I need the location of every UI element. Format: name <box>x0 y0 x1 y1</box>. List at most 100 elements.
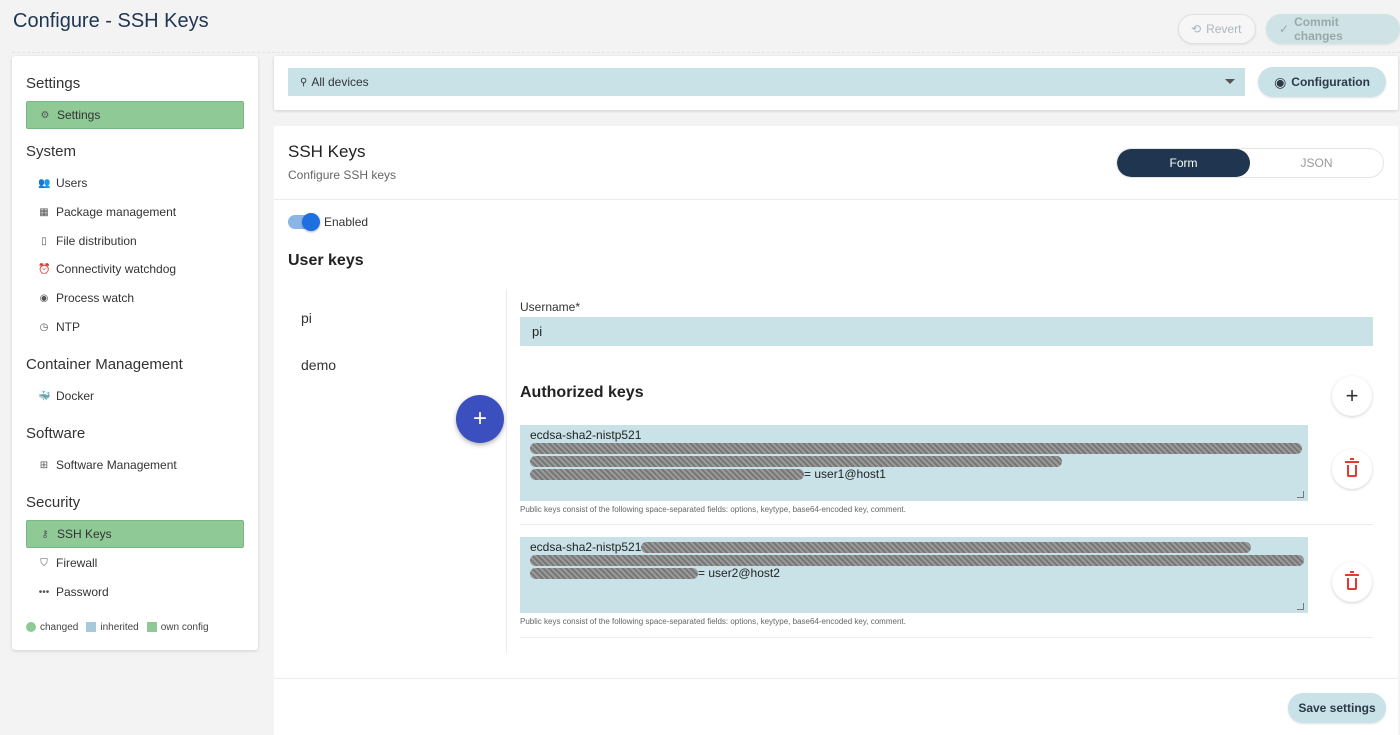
section-subtitle: Configure SSH keys <box>288 168 397 182</box>
key-icon: ⚷ <box>41 528 49 540</box>
sidebar-item-label: SSH Keys <box>57 527 112 541</box>
configuration-button[interactable]: ◉ Configuration <box>1258 67 1386 97</box>
authorized-keys-heading: Authorized keys <box>520 384 644 401</box>
redacted-key <box>530 554 1304 567</box>
sidebar-item-label: Docker <box>56 389 95 403</box>
password-icon: ••• <box>38 586 50 598</box>
eye-icon: ◉ <box>39 292 49 304</box>
sidebar-item-process-watch[interactable]: ◉ Process watch <box>26 284 244 312</box>
revert-label: Revert <box>1206 22 1242 36</box>
key-type: ecdsa-sha2-nistp521 <box>530 540 642 554</box>
eye-icon: ◉ <box>1274 73 1287 90</box>
legend-own-config: own config <box>146 622 209 633</box>
sidebar-item-docker[interactable]: 🐳 Docker <box>26 382 244 410</box>
gear-icon: ⚙ <box>40 109 50 121</box>
sidebar-item-ssh-keys[interactable]: ⚷ SSH Keys <box>26 520 244 548</box>
resize-handle[interactable] <box>1297 491 1304 498</box>
alarm-icon: ⏰ <box>38 263 51 275</box>
tab-json[interactable]: JSON <box>1250 149 1383 177</box>
commit-changes-button[interactable]: ✓ Commit changes <box>1266 14 1400 44</box>
sidebar-item-label: Settings <box>57 108 101 122</box>
sidebar-item-file-distribution[interactable]: ▯ File distribution <box>26 227 244 255</box>
sidebar-item-package-management[interactable]: ▦ Package management <box>26 198 244 226</box>
delete-key-button[interactable] <box>1332 449 1372 489</box>
key-hint: Public keys consist of the following spa… <box>520 505 906 514</box>
trash-icon <box>1345 570 1359 590</box>
username-label: Username* <box>520 300 581 314</box>
add-user-button[interactable]: + <box>456 395 504 443</box>
enabled-label: Enabled <box>324 215 369 229</box>
redacted-key <box>641 542 1252 554</box>
sidebar-item-label: File distribution <box>56 234 137 248</box>
add-key-button[interactable]: + <box>1332 376 1372 416</box>
user-keys-heading: User keys <box>288 252 364 269</box>
sidebar-item-label: Package management <box>56 205 177 219</box>
redacted-key <box>530 568 698 580</box>
sidebar-section-settings: Settings <box>26 75 81 92</box>
sidebar-item-users[interactable]: 👥 Users <box>26 169 244 197</box>
configuration-label: Configuration <box>1291 75 1370 89</box>
tab-form[interactable]: Form <box>1117 149 1250 177</box>
devices-icon: ⚲ <box>300 76 308 88</box>
grid-icon: ▦ <box>39 206 49 218</box>
trash-icon <box>1345 457 1359 477</box>
sidebar-item-settings[interactable]: ⚙ Settings <box>26 101 244 129</box>
shield-icon: ⛉ <box>40 557 48 569</box>
docker-icon: 🐳 <box>38 390 51 402</box>
view-toggle: Form JSON <box>1116 148 1384 178</box>
plus-icon: + <box>1345 383 1359 408</box>
user-list-item[interactable]: pi <box>301 310 312 326</box>
sidebar-section-container: Container Management <box>26 356 183 373</box>
sidebar-item-label: Firewall <box>56 556 98 570</box>
inherited-swatch <box>86 622 97 633</box>
chevron-down-icon <box>1225 79 1235 84</box>
sidebar-item-firewall[interactable]: ⛉ Firewall <box>26 549 244 577</box>
save-settings-button[interactable]: Save settings <box>1288 693 1386 723</box>
device-select[interactable]: ⚲ All devices <box>288 68 1245 96</box>
enabled-switch[interactable] <box>288 213 320 231</box>
sidebar-item-software-management[interactable]: ⊞ Software Management <box>26 451 244 479</box>
key-hint: Public keys consist of the following spa… <box>520 617 906 626</box>
device-panel: ⚲ All devices ◉ Configuration <box>274 56 1398 110</box>
commit-label: Commit changes <box>1294 15 1343 43</box>
redacted-key <box>530 455 1298 468</box>
apps-icon: ⊞ <box>39 459 49 471</box>
revert-button[interactable]: ⟲ Revert <box>1178 14 1256 44</box>
check-icon: ✓ <box>1279 22 1290 36</box>
key-comment: = user2@host2 <box>698 566 780 580</box>
divider <box>520 637 1373 638</box>
changed-swatch <box>26 622 36 633</box>
sidebar: Settings ⚙ Settings System 👥 Users ▦ Pac… <box>12 56 258 650</box>
sidebar-item-label: Password <box>56 585 109 599</box>
sidebar-item-connectivity-watchdog[interactable]: ⏰ Connectivity watchdog <box>26 255 244 283</box>
sidebar-section-security: Security <box>26 494 81 511</box>
redacted-key <box>530 442 1302 455</box>
sidebar-item-label: Process watch <box>56 291 135 305</box>
sidebar-item-password[interactable]: ••• Password <box>26 578 244 606</box>
legend: changed inherited own config <box>26 622 209 633</box>
users-icon: 👥 <box>38 177 51 189</box>
legend-inherited: inherited <box>86 622 139 633</box>
authorized-key-textarea[interactable]: ecdsa-sha2-nistp521 = user2@host2 <box>520 537 1308 613</box>
top-divider <box>12 52 1400 53</box>
sidebar-section-software: Software <box>26 425 86 442</box>
resize-handle[interactable] <box>1297 603 1304 610</box>
divider <box>274 199 1398 200</box>
user-list-item[interactable]: demo <box>301 357 336 373</box>
file-icon: ▯ <box>41 235 47 247</box>
switch-knob <box>302 213 320 231</box>
authorized-key-textarea[interactable]: ecdsa-sha2-nistp521 = user1@host1 <box>520 425 1308 501</box>
username-field[interactable]: pi <box>520 317 1373 346</box>
delete-key-button[interactable] <box>1332 562 1372 602</box>
page-title: Configure - SSH Keys <box>13 10 209 32</box>
legend-changed: changed <box>26 622 78 633</box>
top-actions: ⟲ Revert ✓ Commit changes <box>1178 14 1400 44</box>
clock-icon: ◷ <box>39 321 49 333</box>
history-icon: ⟲ <box>1191 22 1202 36</box>
key-type: ecdsa-sha2-nistp521 <box>530 428 642 442</box>
divider <box>506 289 507 653</box>
plus-icon: + <box>472 405 487 432</box>
divider <box>520 524 1373 525</box>
sidebar-item-ntp[interactable]: ◷ NTP <box>26 313 244 341</box>
sidebar-item-label: Connectivity watchdog <box>56 262 177 276</box>
